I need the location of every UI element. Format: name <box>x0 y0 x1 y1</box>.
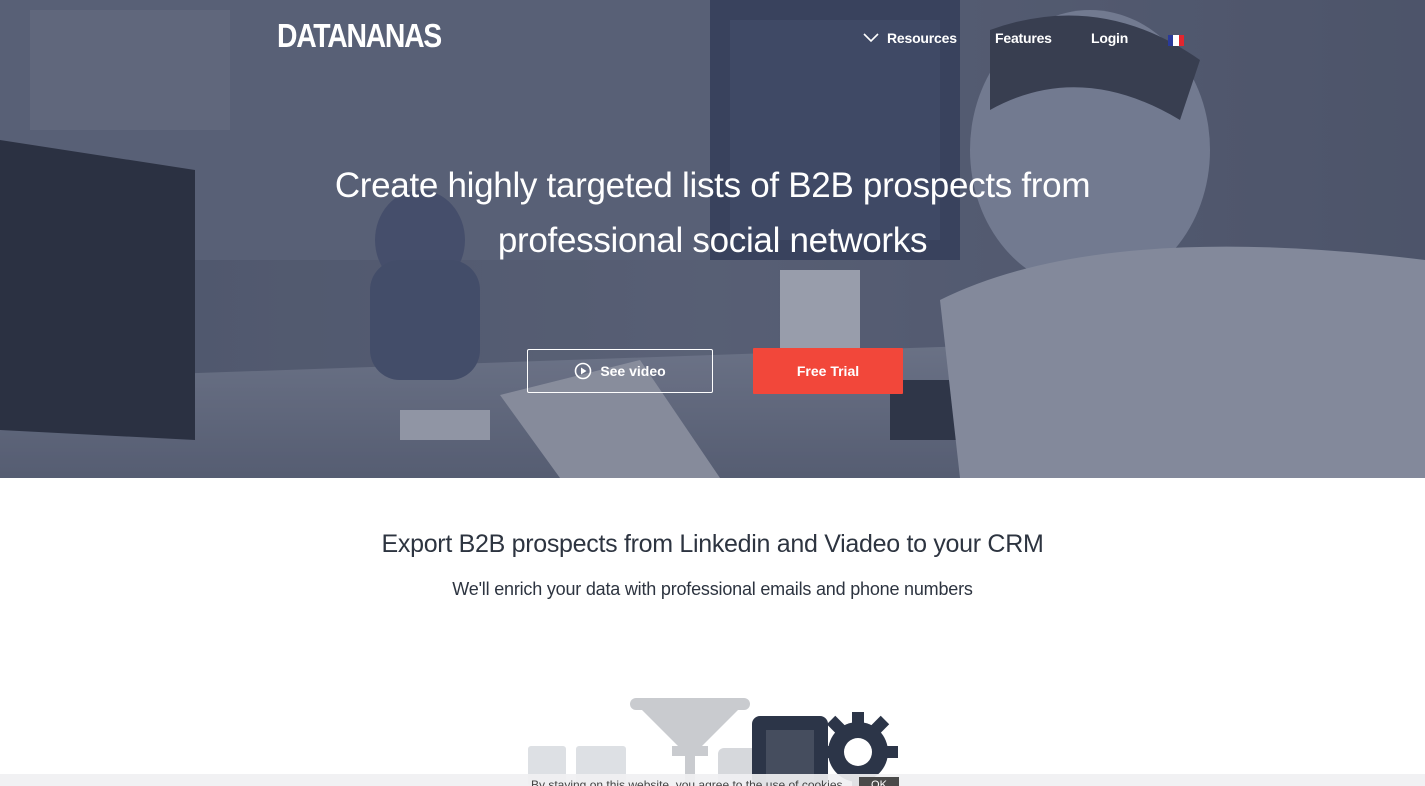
section-subtitle: We'll enrich your data with professional… <box>452 579 973 599</box>
funnel-neck-shape <box>672 746 708 756</box>
hero-title-line-1: Create highly targeted lists of B2B pros… <box>334 166 1091 205</box>
chevron-down-icon <box>863 33 879 43</box>
free-trial-button[interactable]: Free Trial <box>753 348 903 394</box>
nav-resources[interactable]: Resources <box>862 28 957 48</box>
hero-title-line-2: professional social networks <box>497 221 928 260</box>
nav-features[interactable]: Features <box>995 28 1052 48</box>
export-illustration <box>528 698 898 786</box>
see-video-button[interactable]: See video <box>527 349 713 393</box>
see-video-label: See video <box>600 363 666 379</box>
top-nav: Resources Features Login <box>0 28 1425 52</box>
cookie-text: By staying on this website, you agree to… <box>531 778 846 786</box>
cookie-bar: By staying on this website, you agree to… <box>0 774 1425 786</box>
nav-login[interactable]: Login <box>1091 28 1128 48</box>
funnel-body-shape <box>642 710 738 746</box>
hero-section: DATANANAS Resources Features Login Creat… <box>0 0 1425 478</box>
play-icon <box>575 362 592 380</box>
nav-resources-label: Resources <box>887 30 957 46</box>
cookie-ok-button[interactable]: OK <box>859 777 899 786</box>
france-flag-icon[interactable] <box>1168 35 1184 46</box>
section-title: Export B2B prospects from Linkedin and V… <box>381 530 1044 558</box>
funnel-top-shape <box>630 698 750 710</box>
hero-title: Create highly targeted lists of B2B pros… <box>0 158 1425 268</box>
